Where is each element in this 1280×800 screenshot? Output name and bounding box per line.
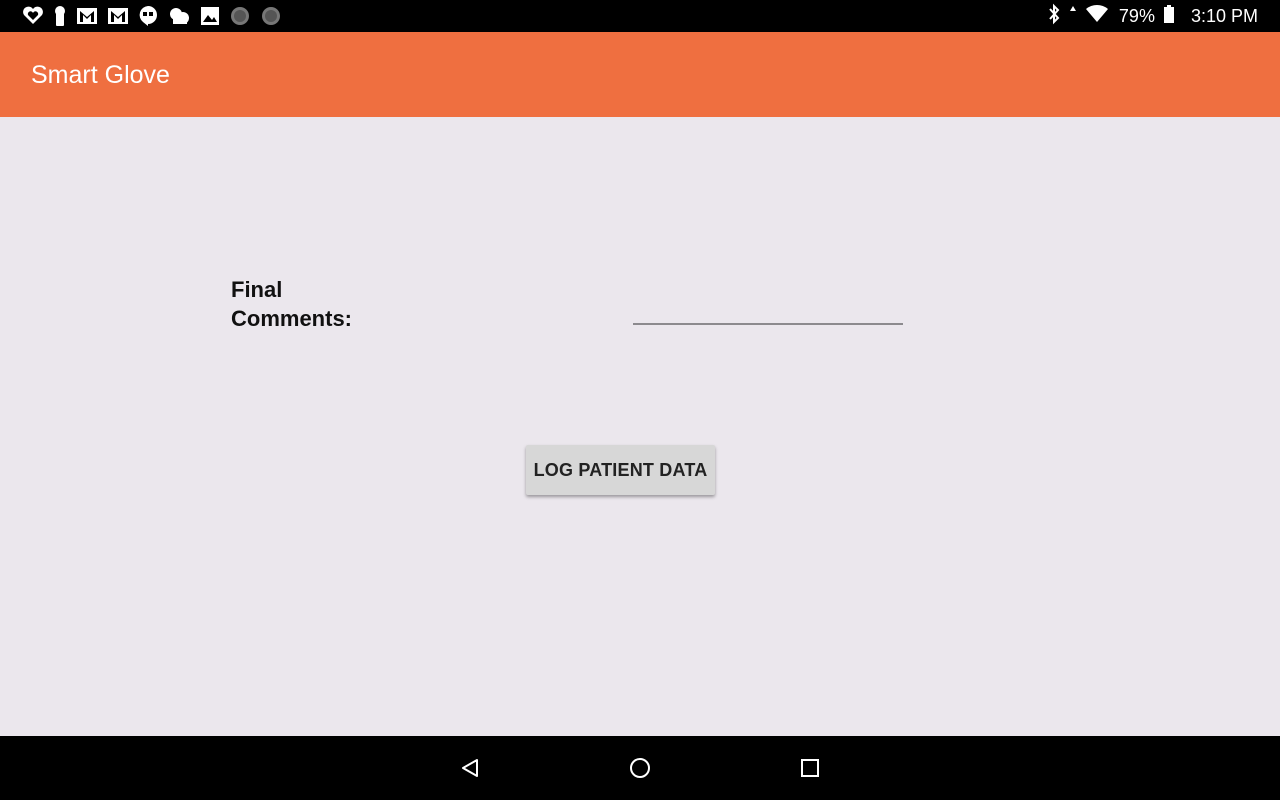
circle-icon — [260, 5, 282, 27]
recents-icon[interactable] — [798, 756, 822, 780]
app-title: Smart Glove — [31, 61, 170, 89]
battery-icon — [1163, 3, 1175, 30]
circle-icon — [229, 5, 251, 27]
status-bar: 79% 3:10 PM — [0, 0, 1280, 32]
main-content: Final Comments: LOG PATIENT DATA — [0, 117, 1280, 736]
battery-percent: 79% — [1118, 6, 1155, 26]
weather-icon — [167, 6, 191, 26]
data-arrow-icon — [1069, 3, 1077, 30]
hangouts-icon — [138, 5, 158, 27]
navigation-bar — [0, 736, 1280, 800]
log-patient-data-button[interactable]: LOG PATIENT DATA — [526, 445, 715, 495]
final-comments-input[interactable] — [633, 289, 903, 325]
heart-icon — [22, 6, 44, 26]
clock: 3:10 PM — [1190, 6, 1258, 26]
keyhole-icon — [53, 5, 67, 27]
system-status: 79% 3:10 PM — [1047, 0, 1258, 32]
back-icon[interactable] — [458, 756, 482, 780]
final-comments-label: Final Comments: — [231, 277, 353, 331]
home-icon[interactable] — [628, 756, 652, 780]
wifi-icon — [1085, 4, 1109, 29]
gmail-icon — [107, 7, 129, 25]
gmail-icon — [76, 7, 98, 25]
notification-icons — [22, 5, 282, 27]
bluetooth-icon — [1047, 3, 1061, 30]
app-bar: Smart Glove — [0, 32, 1280, 117]
photo-icon — [200, 6, 220, 26]
